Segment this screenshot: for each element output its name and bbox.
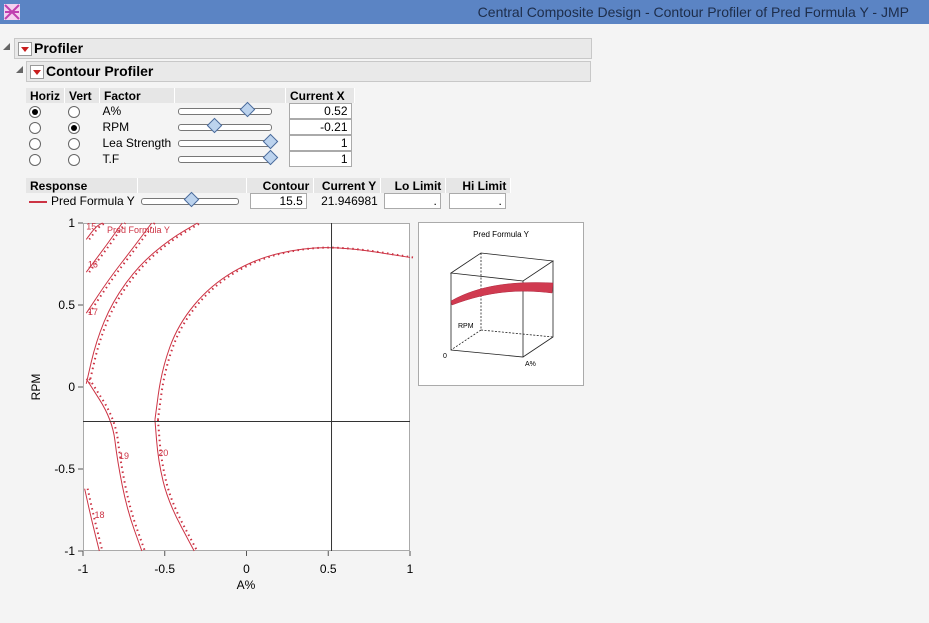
contour-level-label: 17 [88,307,98,317]
y-tick-label: -1 [64,544,75,558]
contour-side-dots [88,222,201,384]
x-tick-label: -0.5 [154,562,175,576]
contour-level-label: 15 [86,222,96,232]
x-tick-label: 1 [407,562,414,576]
contour-side-dots [88,222,156,314]
surface-plot-frame[interactable]: Pred Formula Y RPM 0 A% [418,222,584,386]
contour-level-label: 20 [158,448,168,458]
x-axis-ticks: -1 -0.5 0 0.5 1 [78,551,414,576]
contour-level-label: 19 [119,451,129,461]
contour-level-label: 18 [94,510,104,520]
surface-cube [449,252,555,358]
y-tick-label: 0 [68,380,75,394]
contour-line [85,222,198,384]
surface-plot: Pred Formula Y RPM 0 A% [443,230,555,368]
contour-line [85,378,143,552]
surface-x-label: A% [525,361,536,368]
x-tick-label: -1 [78,562,89,576]
contour-lines-group [84,222,414,552]
contour-line [154,419,195,552]
series-label: Pred Formula Y [107,225,170,235]
y-axis-ticks: 1 0.5 0 -0.5 -1 [54,216,83,558]
contour-labels-group: 15 16 17 19 20 18 [86,222,168,521]
y-tick-label: -0.5 [54,462,75,476]
contour-level-label: 16 [88,259,98,269]
y-axis-label: RPM [29,374,43,401]
x-tick-label: 0 [243,562,250,576]
surface-title: Pred Formula Y [473,230,530,239]
surface-y-label: RPM [458,323,474,330]
y-tick-label: 0.5 [58,298,75,312]
contour-side-dots [88,378,146,552]
x-tick-label: 0.5 [320,562,337,576]
contour-line [154,247,411,420]
contour-side-dots [156,246,414,420]
surface-zero-label: 0 [443,353,447,360]
x-axis-label: A% [237,578,256,592]
y-tick-label: 1 [68,216,75,230]
response-surface [450,282,554,306]
